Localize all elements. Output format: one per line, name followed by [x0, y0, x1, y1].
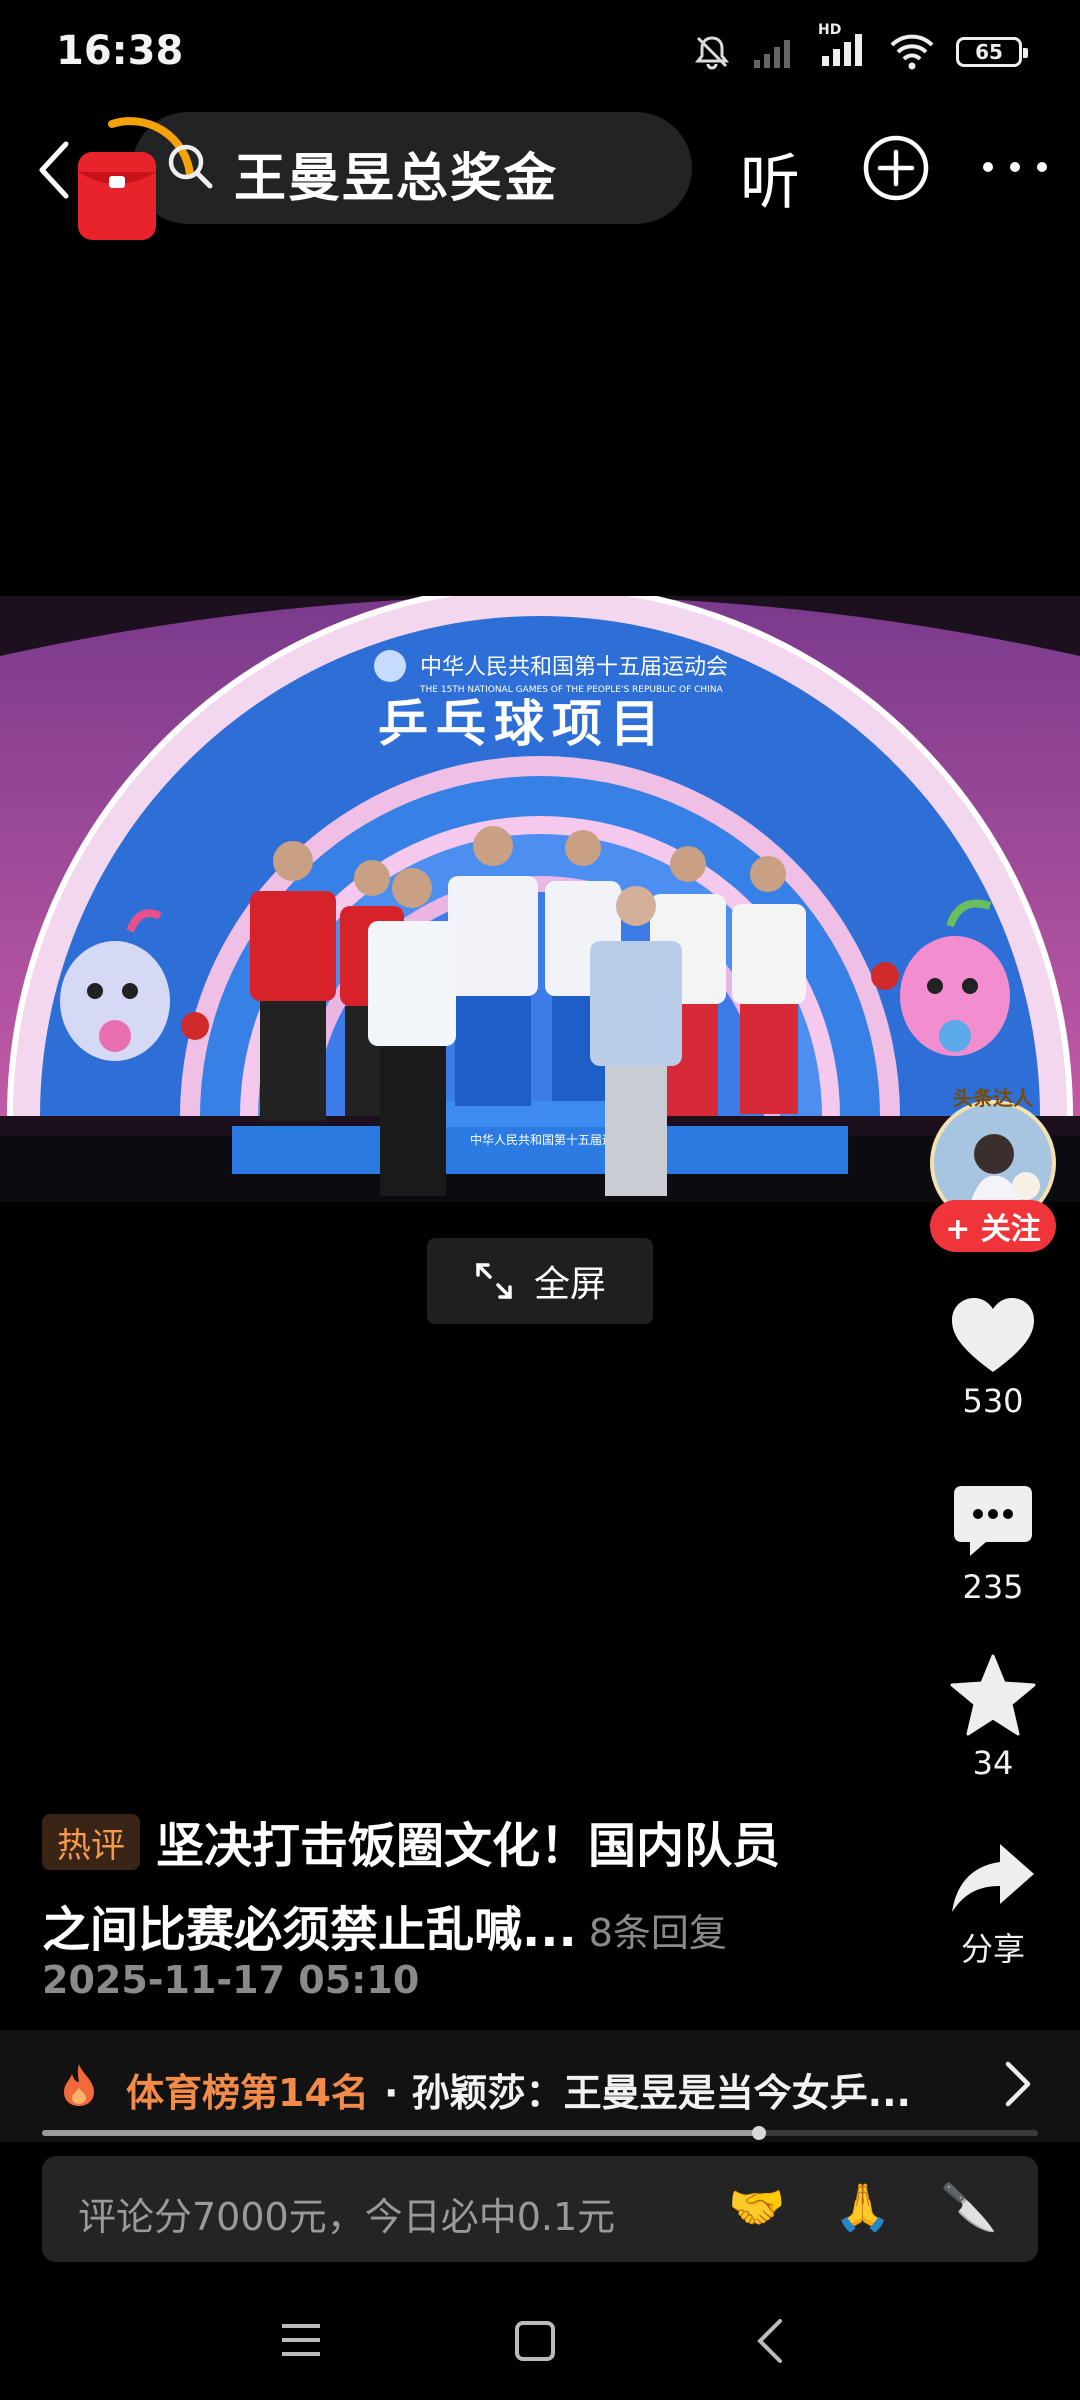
banner-title: 中华人民共和国第十五届运动会 — [420, 655, 728, 680]
network-label: HD — [818, 22, 842, 38]
reply-count[interactable]: 8条回复 — [589, 1911, 727, 1955]
share-action[interactable]: 分享 — [930, 1840, 1056, 1970]
favorite-action[interactable]: 34 — [930, 1654, 1056, 1782]
author-badge: 头条达人 — [953, 1086, 1033, 1110]
hot-list-headline: · 孙颖莎：王曼昱是当今女乒... — [384, 2071, 911, 2115]
heart-icon — [952, 1298, 1034, 1372]
search-query[interactable]: 王曼昱总奖金 — [234, 136, 558, 211]
caption-line-2[interactable]: 之间比赛必须禁止乱喊... 8条回复 — [42, 1890, 727, 1960]
video-progress-fill — [42, 2130, 760, 2136]
signal-weak-icon — [754, 40, 790, 68]
comment-input[interactable]: 评论分7000元，今日必中0.1元 🤝 🙏 🔪 — [42, 2156, 1038, 2262]
more-icon[interactable] — [980, 160, 1050, 174]
comment-icon — [954, 1486, 1032, 1556]
battery-indicator: 65 — [956, 37, 1028, 67]
share-icon — [952, 1844, 1034, 1912]
chevron-right-icon — [1005, 2061, 1031, 2107]
hot-comment-tag: 热评 — [42, 1814, 140, 1870]
pray-emoji-button[interactable]: 🙏 — [834, 2180, 891, 2235]
signal-hd-group: HD — [818, 22, 868, 72]
knife-emoji-button[interactable]: 🔪 — [940, 2180, 997, 2235]
like-action[interactable]: 530 — [930, 1296, 1056, 1420]
like-count: 530 — [962, 1382, 1024, 1420]
mute-bell-icon — [694, 36, 730, 70]
fullscreen-label: 全屏 — [533, 1264, 606, 1305]
favorite-count: 34 — [972, 1744, 1014, 1782]
comment-action[interactable]: 235 — [930, 1484, 1056, 1606]
video-progress-bar[interactable] — [42, 2126, 1038, 2140]
expand-icon — [476, 1263, 512, 1299]
banner-subtitle: THE 15TH NATIONAL GAMES OF THE PEOPLE'S … — [419, 685, 724, 695]
chevron-left-icon — [39, 141, 69, 199]
comment-count: 235 — [962, 1568, 1024, 1606]
add-circle-icon[interactable] — [862, 134, 930, 202]
share-label: 分享 — [960, 1930, 1025, 1968]
home-icon[interactable] — [514, 2320, 556, 2362]
status-time: 16:38 — [56, 28, 184, 74]
fullscreen-button[interactable]: 全屏 — [427, 1238, 653, 1324]
search-icon — [168, 144, 213, 189]
status-icons: HD 65 — [692, 22, 1028, 74]
video-player[interactable]: 中华人民共和国第十五届运动会 THE 15TH NATIONAL GAMES O… — [0, 596, 1080, 1202]
top-bar: 王曼昱总奖金 听 — [0, 110, 1080, 240]
system-nav-bar — [0, 2290, 1080, 2400]
comment-placeholder: 评论分7000元，今日必中0.1元 — [78, 2195, 616, 2239]
hot-list-bar[interactable]: 体育榜第14名 · 孙颖莎：王曼昱是当今女乒... — [0, 2030, 1080, 2142]
status-bar: 16:38 HD 65 — [0, 0, 1080, 100]
menu-icon[interactable] — [280, 2320, 322, 2360]
handshake-emoji-button[interactable]: 🤝 — [728, 2180, 785, 2235]
listen-button[interactable]: 听 — [740, 134, 800, 221]
caption-line-2-text: 之间比赛必须禁止乱喊... — [42, 1902, 577, 1958]
star-icon — [950, 1654, 1036, 1736]
video-progress-knob[interactable] — [752, 2126, 767, 2140]
fire-icon — [64, 2064, 94, 2106]
video-frame: 中华人民共和国第十五届运动会 THE 15TH NATIONAL GAMES O… — [0, 596, 1080, 1202]
post-date: 2025-11-17 05:10 — [42, 1958, 420, 2002]
hot-list-rank: 体育榜第14名 — [126, 2071, 369, 2115]
follow-button[interactable]: + 关注 — [930, 1200, 1056, 1252]
nav-back-icon[interactable] — [754, 2318, 784, 2364]
wifi-icon — [890, 34, 934, 70]
caption-line-1[interactable]: 坚决打击饭圈文化！国内队员 — [156, 1806, 780, 1876]
banner-event: 乒乓球项目 — [378, 695, 668, 753]
